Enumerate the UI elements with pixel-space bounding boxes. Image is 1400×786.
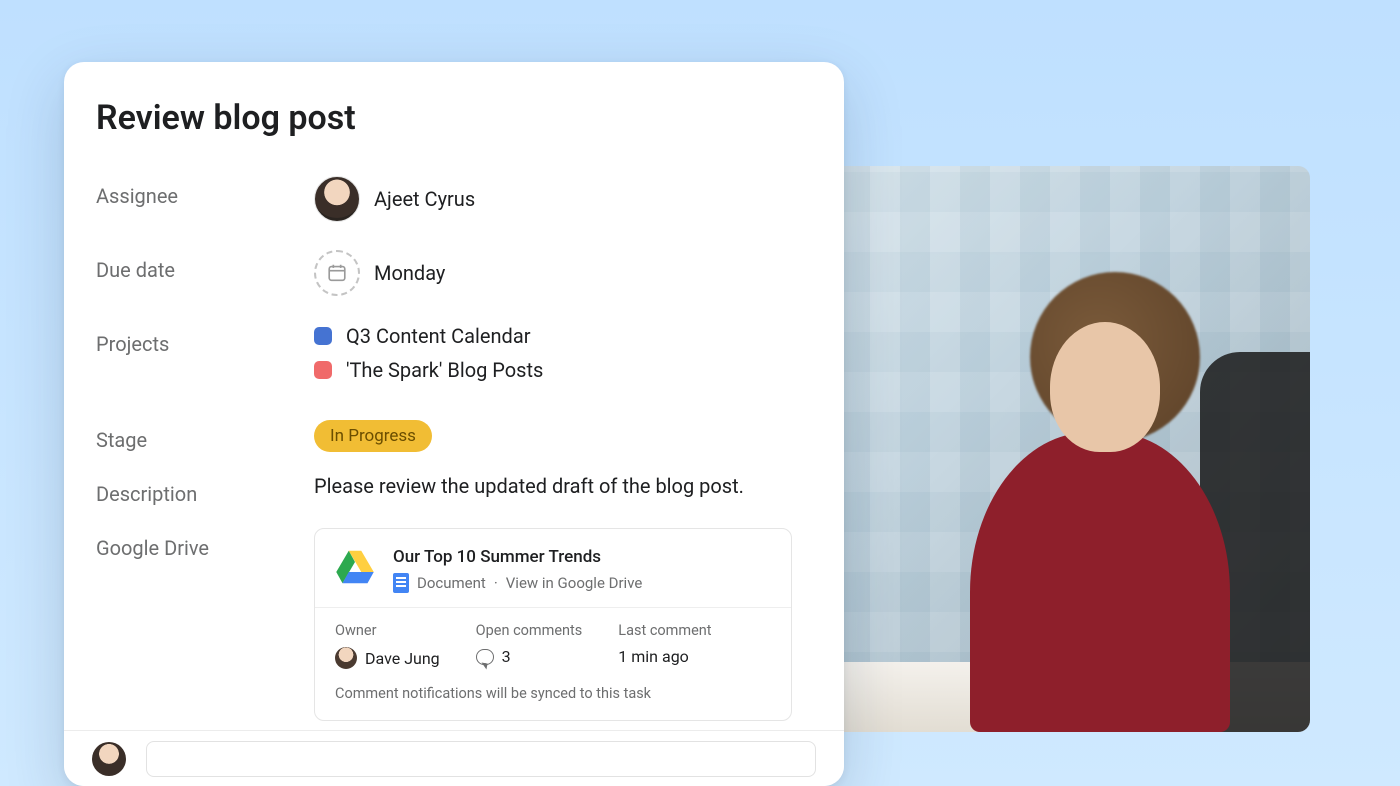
view-in-drive-link[interactable]: View in Google Drive bbox=[506, 574, 643, 592]
due-date-label: Due date bbox=[96, 250, 314, 282]
projects-label: Projects bbox=[96, 324, 314, 356]
stage-row: Stage In Progress bbox=[96, 420, 812, 452]
comment-input[interactable] bbox=[146, 741, 816, 777]
owner-label: Owner bbox=[335, 622, 440, 639]
due-date-value[interactable]: Monday bbox=[314, 250, 812, 296]
projects-value: Q3 Content Calendar 'The Spark' Blog Pos… bbox=[314, 324, 812, 392]
assignee-label: Assignee bbox=[96, 176, 314, 208]
comment-composer-bar bbox=[64, 730, 844, 786]
open-comments-label: Open comments bbox=[476, 622, 583, 639]
project-color-chip bbox=[314, 361, 332, 379]
drive-file-type: Document bbox=[417, 574, 486, 592]
comment-icon bbox=[476, 649, 494, 665]
google-drive-row: Google Drive Our Top 10 Summer Trends bbox=[96, 528, 812, 721]
project-name: Q3 Content Calendar bbox=[346, 324, 530, 348]
stage-label: Stage bbox=[96, 420, 314, 452]
google-drive-icon bbox=[335, 549, 375, 585]
photo-person bbox=[950, 292, 1250, 732]
assignee-value[interactable]: Ajeet Cyrus bbox=[314, 176, 812, 222]
assignee-avatar bbox=[314, 176, 360, 222]
drive-file-title: Our Top 10 Summer Trends bbox=[393, 547, 771, 567]
description-text[interactable]: Please review the updated draft of the b… bbox=[314, 474, 812, 498]
drive-attachment-card[interactable]: Our Top 10 Summer Trends Document · View… bbox=[314, 528, 792, 721]
last-comment-label: Last comment bbox=[618, 622, 711, 639]
drive-sync-note: Comment notifications will be synced to … bbox=[315, 677, 791, 720]
due-date-text: Monday bbox=[374, 261, 445, 285]
drive-comments-col: Open comments 3 bbox=[476, 622, 583, 669]
project-item-q3[interactable]: Q3 Content Calendar bbox=[314, 324, 812, 348]
drive-owner-col: Owner Dave Jung bbox=[335, 622, 440, 669]
dot-separator: · bbox=[494, 574, 498, 592]
project-name: 'The Spark' Blog Posts bbox=[346, 358, 543, 382]
task-title: Review blog post bbox=[96, 98, 812, 138]
description-row: Description Please review the updated dr… bbox=[96, 474, 812, 506]
owner-name: Dave Jung bbox=[365, 649, 440, 668]
projects-row: Projects Q3 Content Calendar 'The Spark'… bbox=[96, 324, 812, 392]
description-label: Description bbox=[96, 474, 314, 506]
last-comment-value: 1 min ago bbox=[618, 647, 711, 666]
project-item-spark[interactable]: 'The Spark' Blog Posts bbox=[314, 358, 812, 382]
current-user-avatar bbox=[92, 742, 126, 776]
drive-last-comment-col: Last comment 1 min ago bbox=[618, 622, 711, 669]
due-date-row: Due date Monday bbox=[96, 250, 812, 296]
owner-avatar bbox=[335, 647, 357, 669]
google-doc-icon bbox=[393, 573, 409, 593]
calendar-icon bbox=[314, 250, 360, 296]
assignee-row: Assignee Ajeet Cyrus bbox=[96, 176, 812, 222]
open-comments-count: 3 bbox=[502, 647, 511, 666]
project-color-chip bbox=[314, 327, 332, 345]
stage-pill[interactable]: In Progress bbox=[314, 420, 432, 452]
assignee-name: Ajeet Cyrus bbox=[374, 187, 475, 211]
google-drive-label: Google Drive bbox=[96, 528, 314, 560]
task-detail-card: Review blog post Assignee Ajeet Cyrus Du… bbox=[64, 62, 844, 786]
